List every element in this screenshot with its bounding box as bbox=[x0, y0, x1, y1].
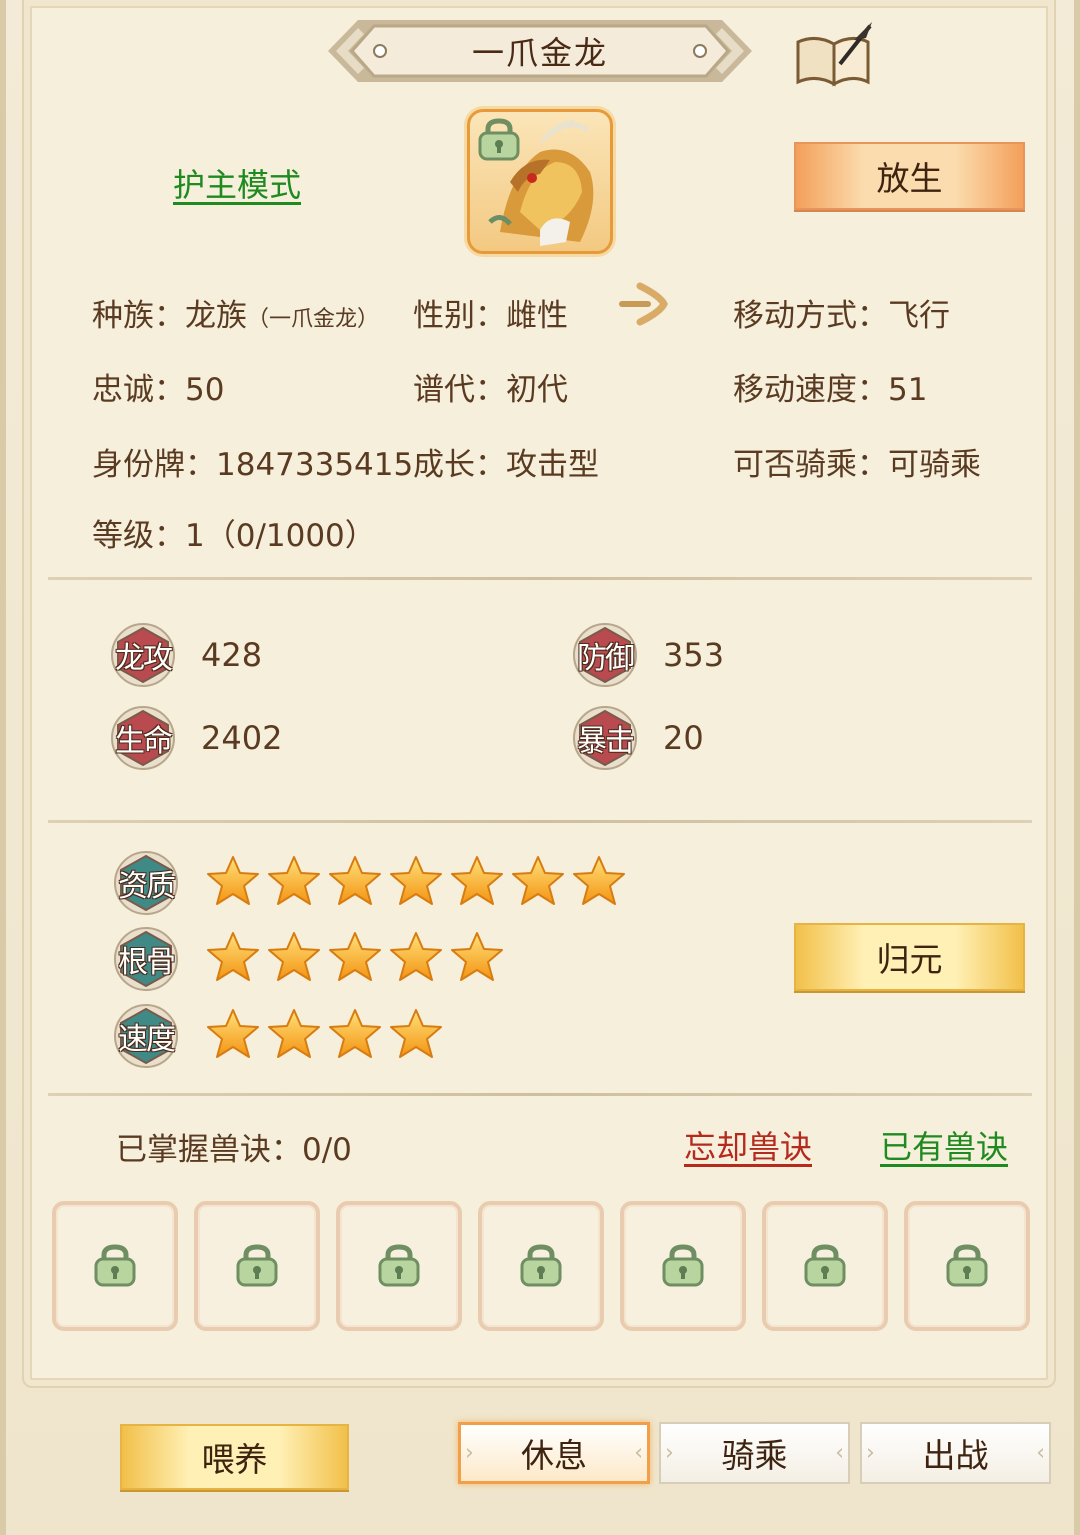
growth-info: 成长：攻击型 bbox=[413, 447, 599, 483]
level-info: 等级：1（0/1000） bbox=[92, 518, 376, 554]
skill-slot[interactable] bbox=[478, 1201, 604, 1331]
skill-slot[interactable] bbox=[194, 1201, 320, 1331]
lock-icon bbox=[476, 118, 522, 162]
star-icon bbox=[267, 1008, 321, 1060]
rating-label: 根骨 bbox=[118, 945, 176, 980]
chevron-left-icon: ‹ bbox=[835, 1440, 844, 1466]
stat-label: 生命 bbox=[115, 724, 173, 759]
skill-slot[interactable] bbox=[762, 1201, 888, 1331]
stat-value: 2402 bbox=[201, 719, 283, 757]
star-icon bbox=[328, 931, 382, 983]
stat-label: 暴击 bbox=[577, 724, 635, 759]
rating-badge: 资质 bbox=[113, 850, 179, 916]
release-button[interactable]: 放生 bbox=[794, 142, 1025, 210]
owned-skills-link[interactable]: 已有兽诀 bbox=[880, 1122, 1008, 1168]
star-icon bbox=[267, 931, 321, 983]
skill-slot[interactable] bbox=[620, 1201, 746, 1331]
star-icon bbox=[389, 931, 443, 983]
star-icon bbox=[450, 931, 504, 983]
skills-mastered: 已掌握兽诀：0/0 bbox=[116, 1132, 352, 1168]
star-icon bbox=[328, 855, 382, 907]
book-quill-icon[interactable] bbox=[792, 20, 876, 90]
rating-badge: 速度 bbox=[113, 1003, 179, 1069]
chevron-right-icon: › bbox=[465, 1440, 474, 1466]
lock-icon bbox=[234, 1244, 280, 1288]
chevron-left-icon: ‹ bbox=[634, 1440, 643, 1466]
chevron-right-icon: › bbox=[866, 1440, 875, 1466]
stat-badge: 生命 bbox=[110, 705, 176, 771]
pet-name-title: 一爪金龙 bbox=[471, 34, 608, 72]
star-icon bbox=[328, 1008, 382, 1060]
race-info: 种族：龙族（一爪金龙） bbox=[92, 290, 379, 335]
feed-button[interactable]: 喂养 bbox=[120, 1424, 349, 1490]
stat-badge: 防御 bbox=[572, 622, 638, 688]
star-icon bbox=[450, 855, 504, 907]
chevron-left-icon: ‹ bbox=[1036, 1440, 1045, 1466]
chevron-right-icon: › bbox=[665, 1440, 674, 1466]
pet-avatar[interactable] bbox=[467, 109, 613, 254]
gender-info: 性别：雌性 bbox=[413, 298, 568, 334]
rating-label: 资质 bbox=[118, 869, 176, 904]
star-icon bbox=[572, 855, 626, 907]
id-tag-info: 身份牌：1847335415 bbox=[92, 447, 414, 483]
lock-icon bbox=[944, 1244, 990, 1288]
tab-label: 休息 bbox=[521, 1436, 587, 1475]
forget-skill-link[interactable]: 忘却兽诀 bbox=[684, 1122, 812, 1168]
divider bbox=[48, 1093, 1032, 1096]
race-label: 种族：龙族 bbox=[92, 298, 247, 334]
skill-slot[interactable] bbox=[336, 1201, 462, 1331]
star-icon bbox=[511, 855, 565, 907]
stat-badge: 暴击 bbox=[572, 705, 638, 771]
skill-slot[interactable] bbox=[52, 1201, 178, 1331]
divider bbox=[48, 577, 1032, 580]
tab-rest[interactable]: › 休息 ‹ bbox=[458, 1422, 650, 1484]
skill-slot[interactable] bbox=[904, 1201, 1030, 1331]
guard-mode-link[interactable]: 护主模式 bbox=[173, 160, 301, 206]
generation-info: 谱代：初代 bbox=[413, 372, 568, 408]
tab-label: 出战 bbox=[922, 1436, 989, 1475]
title-banner: 一爪金龙 bbox=[322, 14, 758, 88]
restore-button[interactable]: 归元 bbox=[794, 923, 1025, 991]
race-sub: （一爪金龙） bbox=[247, 307, 380, 332]
lock-icon bbox=[92, 1244, 138, 1288]
star-icon bbox=[389, 1008, 443, 1060]
rating-badge: 根骨 bbox=[113, 926, 179, 992]
rating-label: 速度 bbox=[118, 1022, 176, 1057]
stat-value: 428 bbox=[201, 636, 263, 674]
stat-label: 防御 bbox=[577, 641, 635, 676]
star-icon bbox=[267, 855, 321, 907]
tab-battle[interactable]: › 出战 ‹ bbox=[860, 1422, 1051, 1484]
rideable-info: 可否骑乘：可骑乘 bbox=[733, 447, 981, 483]
lock-icon bbox=[802, 1244, 848, 1288]
lock-icon bbox=[660, 1244, 706, 1288]
move-type-info: 移动方式：飞行 bbox=[733, 298, 950, 334]
lock-icon bbox=[518, 1244, 564, 1288]
tab-ride[interactable]: › 骑乘 ‹ bbox=[659, 1422, 850, 1484]
star-icon bbox=[389, 855, 443, 907]
lock-icon bbox=[376, 1244, 422, 1288]
arrow-right-icon[interactable] bbox=[616, 282, 670, 326]
stat-value: 353 bbox=[663, 636, 725, 674]
move-speed-info: 移动速度：51 bbox=[733, 372, 928, 408]
loyalty-info: 忠诚：50 bbox=[92, 372, 225, 408]
star-icon bbox=[206, 1008, 260, 1060]
star-icon bbox=[206, 931, 260, 983]
stat-badge: 龙攻 bbox=[110, 622, 176, 688]
stat-value: 20 bbox=[663, 719, 704, 757]
stat-label: 龙攻 bbox=[115, 641, 173, 676]
divider bbox=[48, 820, 1032, 823]
tab-label: 骑乘 bbox=[721, 1436, 788, 1475]
star-icon bbox=[206, 855, 260, 907]
